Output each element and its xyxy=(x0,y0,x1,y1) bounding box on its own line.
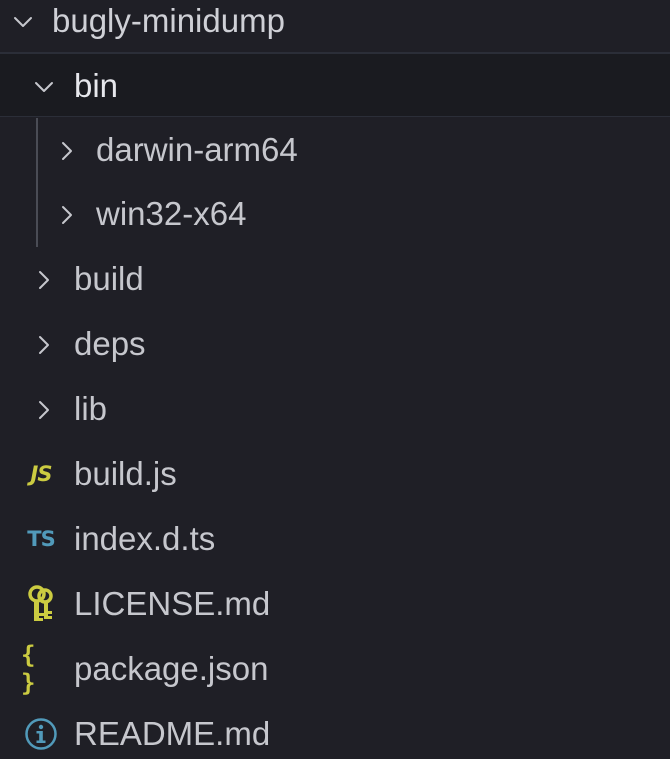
tree-item-label: win32-x64 xyxy=(96,195,247,232)
tree-item-label: LICENSE.md xyxy=(74,585,271,622)
tree-file-index-d-ts[interactable]: TS index.d.ts xyxy=(0,507,670,571)
json-braces-icon: { } xyxy=(21,641,38,697)
tree-folder-deps[interactable]: deps xyxy=(0,312,670,376)
tree-item-label: README.md xyxy=(74,715,271,752)
tree-item-label: index.d.ts xyxy=(74,520,216,557)
typescript-icon: TS xyxy=(27,527,55,551)
tree-folder-darwin-arm64[interactable]: darwin-arm64 xyxy=(0,118,670,182)
info-circle-icon xyxy=(21,702,61,759)
tree-folder-bin[interactable]: bin xyxy=(0,53,670,117)
tree-item-label: package.json xyxy=(74,650,269,687)
chevron-right-icon[interactable] xyxy=(33,269,55,291)
tree-folder-win32-x64[interactable]: win32-x64 xyxy=(0,182,670,246)
file-explorer: bugly-minidump bin darwin-arm64 win32-x6… xyxy=(0,0,670,759)
tree-item-label: darwin-arm64 xyxy=(96,131,298,168)
tree-item-label: bin xyxy=(74,67,119,104)
chevron-right-icon[interactable] xyxy=(56,204,78,226)
chevron-down-icon[interactable] xyxy=(12,11,34,33)
root-folder-label: bugly-minidump xyxy=(52,2,285,39)
tree-file-package-json[interactable]: { } package.json xyxy=(0,637,670,701)
tree-item-label: lib xyxy=(74,390,108,427)
license-key-icon xyxy=(21,572,61,636)
tree-file-readme-md[interactable]: README.md xyxy=(0,702,670,759)
tree-folder-lib[interactable]: lib xyxy=(0,377,670,441)
tree-file-build-js[interactable]: JS build.js xyxy=(0,442,670,506)
tree-folder-build[interactable]: build xyxy=(0,247,670,311)
tree-item-label: build.js xyxy=(74,455,177,492)
javascript-icon: JS xyxy=(30,462,53,486)
tree-item-label: deps xyxy=(74,325,146,362)
chevron-right-icon[interactable] xyxy=(33,399,55,421)
tree-item-label: build xyxy=(74,260,144,297)
chevron-right-icon[interactable] xyxy=(56,140,78,162)
tree-root-folder[interactable]: bugly-minidump xyxy=(0,0,670,53)
chevron-right-icon[interactable] xyxy=(33,334,55,356)
chevron-down-icon[interactable] xyxy=(33,76,55,98)
tree-file-license-md[interactable]: LICENSE.md xyxy=(0,572,670,636)
